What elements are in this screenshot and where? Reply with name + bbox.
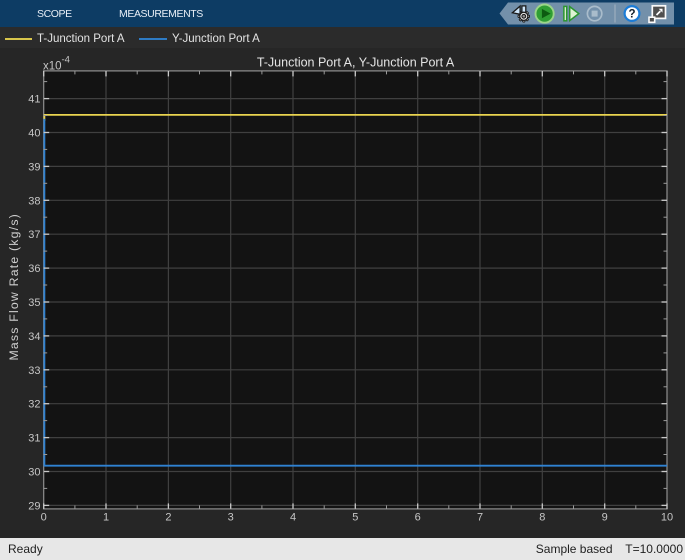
svg-text:29: 29 <box>28 500 40 512</box>
svg-text:0: 0 <box>41 512 47 524</box>
svg-text:8: 8 <box>539 512 545 524</box>
svg-text:Mass Flow Rate (kg/s): Mass Flow Rate (kg/s) <box>7 213 21 361</box>
svg-text:41: 41 <box>28 94 40 106</box>
svg-text:33: 33 <box>28 365 40 377</box>
svg-text:31: 31 <box>28 433 40 445</box>
svg-text:3: 3 <box>228 512 234 524</box>
svg-text:34: 34 <box>28 331 40 343</box>
svg-text:39: 39 <box>28 161 40 173</box>
svg-text:40: 40 <box>28 128 40 140</box>
svg-text:1: 1 <box>103 512 109 524</box>
svg-text:10: 10 <box>661 512 673 524</box>
svg-text:35: 35 <box>28 297 40 309</box>
svg-text:7: 7 <box>477 512 483 524</box>
svg-text:x10: x10 <box>43 61 62 73</box>
svg-text:4: 4 <box>290 512 296 524</box>
svg-text:T-Junction Port A, Y-Junction: T-Junction Port A, Y-Junction Port A <box>257 56 455 70</box>
svg-text:6: 6 <box>415 512 421 524</box>
svg-text:32: 32 <box>28 399 40 411</box>
svg-text:5: 5 <box>352 512 358 524</box>
svg-text:?: ? <box>628 9 635 21</box>
svg-text:30: 30 <box>28 467 40 479</box>
svg-text:38: 38 <box>28 195 40 207</box>
svg-text:37: 37 <box>28 229 40 241</box>
svg-text:-4: -4 <box>62 55 70 66</box>
svg-text:2: 2 <box>165 512 171 524</box>
svg-text:36: 36 <box>28 263 40 275</box>
svg-text:9: 9 <box>602 512 608 524</box>
